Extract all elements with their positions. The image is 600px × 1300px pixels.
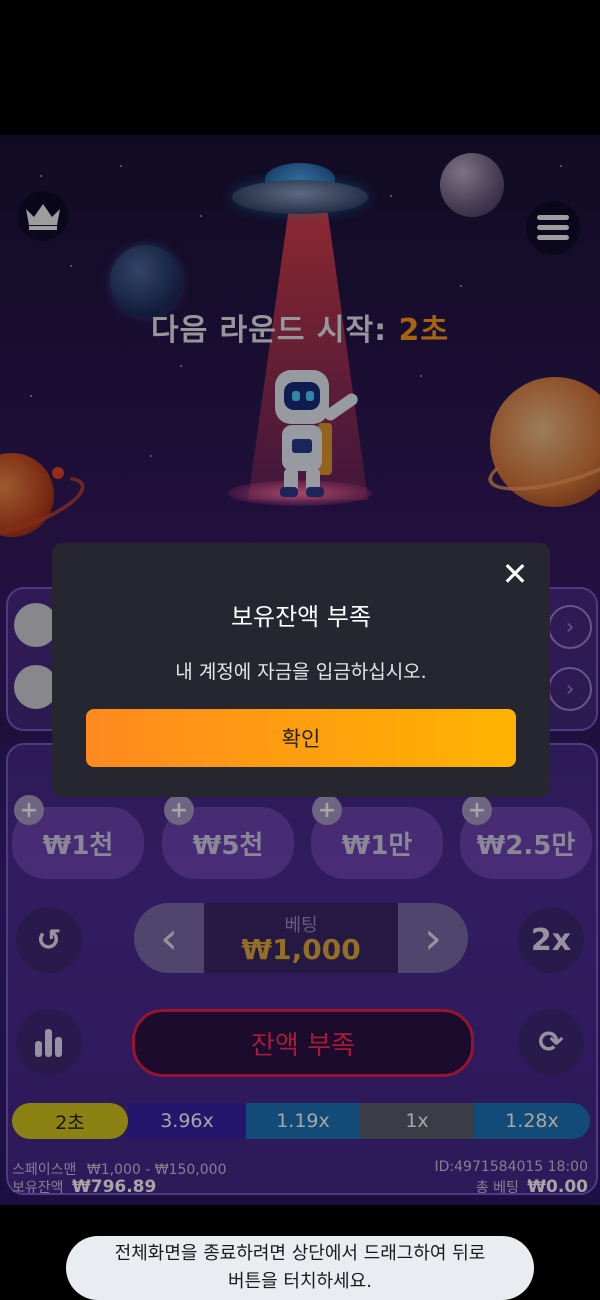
confirm-button[interactable]: 확인: [86, 709, 516, 767]
confirm-label: 확인: [281, 727, 321, 751]
game-area: 다음 라운드 시작: 2초 › › ₩1천 ₩5천 ₩1만 ₩2.5만 + + …: [0, 135, 600, 1205]
dialog-title: 보유잔액 부족: [230, 603, 372, 631]
exit-fullscreen-toast: 전체화면을 종료하려면 상단에서 드래그하여 뒤로 버튼을 터치하세요.: [66, 1236, 534, 1300]
toast-line-1: 전체화면을 종료하려면 상단에서 드래그하여 뒤로: [114, 1243, 486, 1264]
insufficient-balance-dialog: ✕ 보유잔액 부족 내 계정에 자금을 입금하십시오. 확인: [52, 543, 550, 797]
close-icon[interactable]: ✕: [500, 555, 530, 593]
dialog-message: 내 계정에 자금을 입금하십시오.: [175, 661, 427, 683]
toast-line-2: 버튼을 터치하세요.: [228, 1271, 372, 1292]
